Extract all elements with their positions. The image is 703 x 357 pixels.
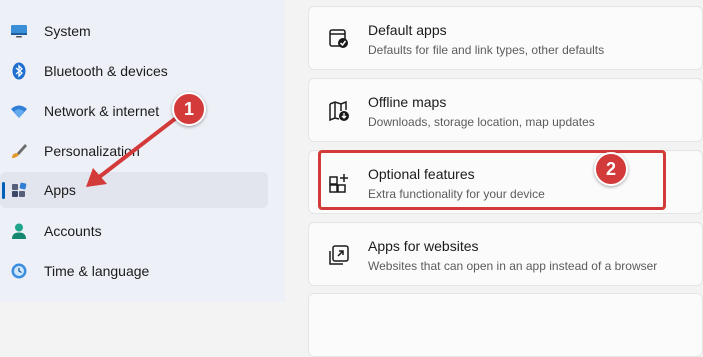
wifi-icon (11, 105, 27, 118)
default-apps-icon (329, 29, 348, 48)
selection-indicator (2, 182, 5, 199)
apps-for-websites-icon (329, 245, 349, 265)
monitor-icon (11, 25, 27, 38)
apps-for-websites-card[interactable]: Apps for websites Websites that can open… (308, 222, 703, 286)
card-title: Offline maps (368, 94, 447, 110)
apps-icon (12, 182, 27, 197)
brush-icon (12, 144, 27, 158)
sidebar-item-accounts[interactable]: Accounts (0, 213, 268, 249)
next-card-partial (308, 293, 703, 357)
sidebar-item-label: System (44, 23, 91, 39)
card-subtitle: Downloads, storage location, map updates (368, 115, 595, 129)
sidebar-item-label: Accounts (44, 223, 102, 239)
bluetooth-icon (12, 62, 26, 80)
sidebar-item-label: Network & internet (44, 103, 160, 119)
settings-sidebar: System Bluetooth & devices Network & int… (0, 0, 285, 302)
sidebar-item-label: Apps (44, 182, 76, 198)
person-icon (12, 223, 26, 239)
default-apps-card[interactable]: Default apps Defaults for file and link … (308, 6, 703, 70)
globe-clock-icon (11, 263, 27, 279)
card-title: Default apps (368, 22, 447, 38)
sidebar-item-network[interactable]: Network & internet (0, 93, 268, 129)
step-2-badge: 2 (594, 152, 628, 186)
sidebar-item-personalization[interactable]: Personalization (0, 133, 268, 169)
sidebar-item-label: Personalization (44, 143, 140, 159)
card-subtitle: Websites that can open in an app instead… (368, 259, 658, 273)
sidebar-item-label: Bluetooth & devices (44, 63, 168, 79)
sidebar-item-time-language[interactable]: Time & language (0, 253, 268, 289)
sidebar-item-label: Time & language (44, 263, 150, 279)
sidebar-item-system[interactable]: System (0, 13, 268, 49)
sidebar-item-apps[interactable]: Apps (0, 172, 268, 208)
card-subtitle: Defaults for file and link types, other … (368, 43, 605, 57)
offline-maps-card[interactable]: Offline maps Downloads, storage location… (308, 78, 703, 142)
sidebar-item-bluetooth[interactable]: Bluetooth & devices (0, 53, 268, 89)
offline-maps-icon (329, 100, 349, 122)
card-title: Apps for websites (368, 238, 479, 254)
step-1-badge: 1 (172, 92, 206, 126)
